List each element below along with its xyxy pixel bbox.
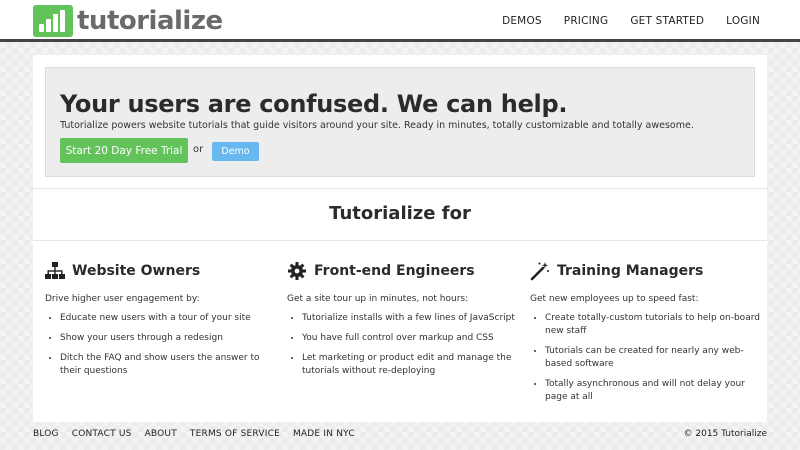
nav-demos-link[interactable]: DEMOS xyxy=(502,15,542,27)
divider xyxy=(33,240,767,241)
front-end-engineers-column: Front-end Engineers Get a site tour up i… xyxy=(287,260,517,385)
column-heading: Front-end Engineers xyxy=(287,260,517,282)
copyright-text: © 2015 Tutorialize xyxy=(683,429,767,439)
footer-blog-link[interactable]: BLOG xyxy=(33,429,59,439)
demo-button[interactable]: Demo xyxy=(212,142,259,161)
list-item: Totally asynchronous and will not delay … xyxy=(545,378,760,404)
footer-made-in-nyc-link[interactable]: MADE IN NYC xyxy=(293,429,355,439)
main-content: Your users are confused. We can help. Tu… xyxy=(33,55,767,422)
gear-icon xyxy=(287,261,307,281)
start-free-trial-button[interactable]: Start 20 Day Free Trial xyxy=(60,138,188,163)
feature-list: Educate new users with a tour of your si… xyxy=(45,312,275,378)
sitemap-icon xyxy=(45,261,65,281)
hero-title: Your users are confused. We can help. xyxy=(60,90,568,118)
hero-banner: Your users are confused. We can help. Tu… xyxy=(45,67,755,177)
list-item: Tutorials can be created for nearly any … xyxy=(545,345,760,371)
footer-contact-us-link[interactable]: CONTACT US xyxy=(72,429,132,439)
hero-subtitle: Tutorialize powers website tutorials tha… xyxy=(60,120,694,131)
website-owners-column: Website Owners Drive higher user engagem… xyxy=(45,260,275,385)
logo-text: tutorialize xyxy=(77,6,223,36)
list-item: You have full control over markup and CS… xyxy=(302,332,517,345)
feature-list: Create totally-custom tutorials to help … xyxy=(530,312,760,404)
nav-get-started-link[interactable]: GET STARTED xyxy=(630,15,704,27)
top-navigation-bar: tutorialize DEMOS PRICING GET STARTED LO… xyxy=(0,0,800,42)
magic-wand-icon xyxy=(530,261,550,281)
or-separator: or xyxy=(193,144,204,155)
column-heading: Website Owners xyxy=(45,260,275,282)
column-title: Website Owners xyxy=(72,263,201,279)
logo[interactable]: tutorialize xyxy=(33,5,223,37)
list-item: Tutorialize installs with a few lines of… xyxy=(302,312,517,325)
list-item: Ditch the FAQ and show users the answer … xyxy=(60,352,275,378)
divider xyxy=(33,188,767,189)
feature-list: Tutorialize installs with a few lines of… xyxy=(287,312,517,378)
column-title: Training Managers xyxy=(557,263,704,279)
section-title: Tutorialize for xyxy=(329,203,471,224)
logo-bars-icon xyxy=(33,5,73,37)
column-title: Front-end Engineers xyxy=(314,263,475,279)
nav-pricing-link[interactable]: PRICING xyxy=(564,15,609,27)
footer-links: BLOG CONTACT US ABOUT TERMS OF SERVICE M… xyxy=(33,429,368,439)
nav-login-link[interactable]: LOGIN xyxy=(726,15,760,27)
footer-terms-link[interactable]: TERMS OF SERVICE xyxy=(190,429,280,439)
column-heading: Training Managers xyxy=(530,260,760,282)
list-item: Create totally-custom tutorials to help … xyxy=(545,312,760,338)
training-managers-column: Training Managers Get new employees up t… xyxy=(530,260,760,411)
column-lead: Drive higher user engagement by: xyxy=(45,294,200,304)
column-lead: Get a site tour up in minutes, not hours… xyxy=(287,294,469,304)
list-item: Show your users through a redesign xyxy=(60,332,275,345)
main-nav: DEMOS PRICING GET STARTED LOGIN xyxy=(480,0,760,42)
list-item: Educate new users with a tour of your si… xyxy=(60,312,275,325)
footer-about-link[interactable]: ABOUT xyxy=(145,429,177,439)
list-item: Let marketing or product edit and manage… xyxy=(302,352,517,378)
column-lead: Get new employees up to speed fast: xyxy=(530,294,699,304)
